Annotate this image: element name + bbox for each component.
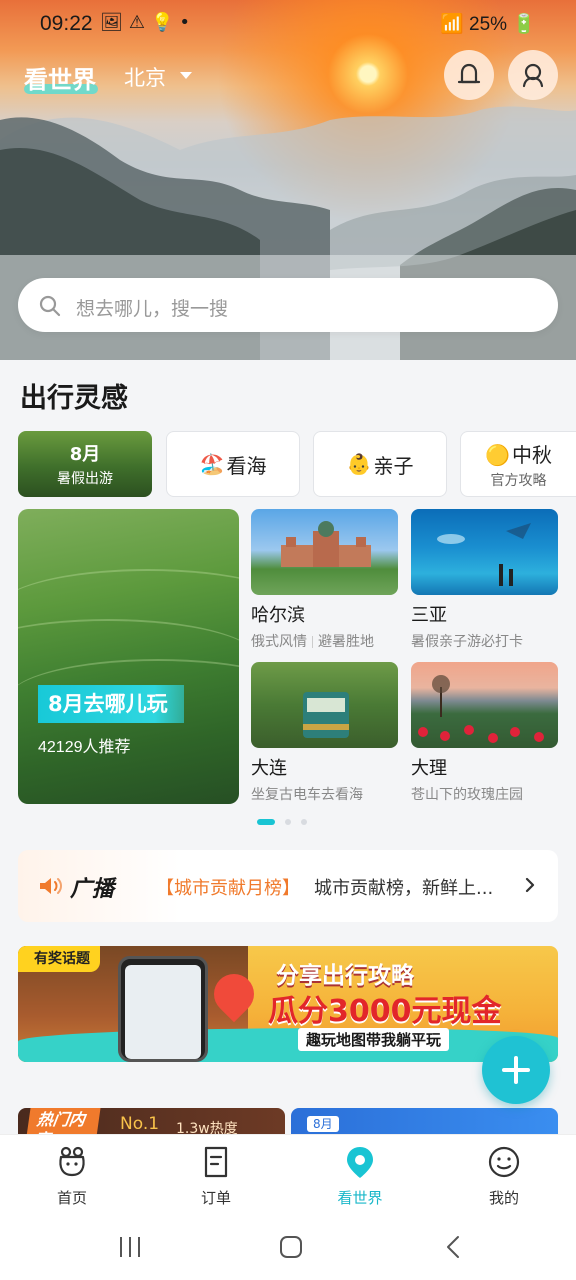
rose-garden-image	[411, 662, 558, 748]
battery-icon: 🔋	[512, 14, 536, 35]
broadcast-highlight: 【城市贡献月榜】	[156, 878, 300, 899]
system-navigation-bar	[0, 1216, 576, 1280]
tab-label: 首页	[56, 1189, 87, 1207]
profile-icon	[488, 1146, 520, 1178]
divider	[312, 636, 313, 648]
destination-name: 大理	[411, 758, 447, 779]
order-icon	[204, 1146, 228, 1178]
bottom-tab-bar: 首页 订单 看世界 我的	[0, 1134, 576, 1216]
destination-desc: 坐复古电车去看海	[251, 787, 363, 803]
tab-profile[interactable]: 我的	[432, 1135, 576, 1217]
desc-part: 俄式风情	[251, 634, 307, 650]
featured-tag: 8月去哪儿玩	[38, 685, 184, 723]
banner-tag: 有奖话题	[18, 946, 100, 972]
pager-dot-active	[257, 819, 275, 825]
chip-august[interactable]: 8月 暑假出游	[18, 431, 152, 497]
chip-subtitle: 官方攻略	[490, 472, 547, 489]
chip-title: 亲子	[373, 453, 414, 478]
destination-card-harbin[interactable]: 哈尔滨 俄式风情 避暑胜地	[251, 509, 398, 651]
speaker-icon	[40, 878, 62, 894]
broadcast-text: 城市贡献榜，新鲜上...	[314, 878, 494, 899]
section-title: 出行灵感	[20, 383, 128, 414]
destination-name: 三亚	[411, 605, 447, 626]
chip-subtitle: 暑假出游	[57, 471, 113, 487]
banner-headline: 分享出行攻略	[276, 963, 414, 989]
chip-mid-autumn[interactable]: 🟡 中秋 官方攻略	[460, 431, 576, 497]
chip-title: 看海	[226, 453, 267, 478]
chevron-down-icon[interactable]	[180, 72, 192, 79]
feed-rank: No.1	[120, 1114, 160, 1134]
roses-illustration	[418, 675, 544, 743]
destination-desc: 俄式风情 避暑胜地	[251, 631, 398, 651]
chip-title: 8月	[69, 444, 101, 465]
headset-icon	[522, 63, 544, 88]
moon-icon: 🟡	[485, 442, 510, 467]
desc-part: 避暑胜地	[318, 634, 374, 650]
promo-banner[interactable]: 有奖话题 分享出行攻略 瓜分3000元现金 趣玩地图带我躺平玩	[18, 946, 558, 1062]
phone-illustration	[118, 956, 208, 1062]
chevron-right-icon	[525, 877, 535, 893]
beach-icon: 🏖️	[199, 452, 225, 476]
destination-desc: 苍山下的玫瑰庄园	[411, 787, 523, 803]
status-right: 📶 25% 🔋	[440, 12, 536, 36]
tab-see-world[interactable]: 看世界	[288, 1135, 432, 1217]
banner-wave	[18, 1028, 558, 1062]
fish-illustration	[437, 523, 531, 586]
home-icon	[59, 1146, 85, 1177]
tram-illustration	[303, 692, 349, 738]
bell-icon	[457, 63, 481, 84]
tab-home[interactable]: 首页	[0, 1135, 144, 1217]
tab-label: 订单	[200, 1189, 231, 1207]
baby-icon: 👶	[346, 452, 372, 476]
pager-dot	[301, 819, 307, 825]
banner-cash-headline: 瓜分3000元现金	[268, 994, 502, 1029]
destination-name: 大连	[251, 758, 287, 779]
tab-label: 看世界	[337, 1189, 383, 1207]
notification-button[interactable]	[444, 50, 494, 100]
destination-card-sanya[interactable]: 三亚 暑假亲子游必打卡	[411, 509, 558, 651]
notification-icons: 🖼⚠💡•	[100, 12, 197, 33]
aquarium-image	[411, 509, 558, 595]
add-post-button[interactable]	[482, 1036, 550, 1104]
recent-apps-icon[interactable]	[118, 1234, 142, 1260]
chip-title: 中秋	[511, 442, 552, 467]
battery-level: 25%	[469, 14, 508, 35]
feed-tag: 8月	[307, 1116, 339, 1132]
customer-service-button[interactable]	[508, 50, 558, 100]
destination-name: 哈尔滨	[251, 605, 305, 626]
home-nav-icon[interactable]	[278, 1234, 304, 1260]
phone-screen	[125, 965, 201, 1059]
status-time: 09:22	[40, 12, 93, 35]
chip-family[interactable]: 👶 亲子	[313, 431, 447, 497]
destination-desc: 暑假亲子游必打卡	[411, 634, 523, 650]
harbin-image	[251, 509, 398, 595]
status-bar: 09:22 🖼⚠💡• 📶 25% 🔋	[0, 0, 576, 48]
featured-subtitle: 42129人推荐	[38, 739, 131, 756]
destination-card-dali[interactable]: 大理 苍山下的玫瑰庄园	[411, 662, 558, 804]
banner-tagline: 趣玩地图带我躺平玩	[298, 1028, 450, 1051]
location-pin-icon	[347, 1147, 373, 1178]
tram-image	[251, 662, 398, 748]
back-icon[interactable]	[444, 1234, 462, 1260]
carousel-pager	[257, 819, 307, 825]
search-icon	[39, 295, 61, 317]
pager-dot	[285, 819, 291, 825]
search-bar[interactable]: 想去哪儿，搜一搜	[18, 278, 558, 332]
city-selector[interactable]: 北京	[124, 62, 166, 92]
tab-orders[interactable]: 订单	[144, 1135, 288, 1217]
church-illustration	[281, 521, 371, 567]
plus-icon	[502, 1056, 530, 1084]
featured-card[interactable]: 8月去哪儿玩 42129人推荐	[18, 509, 239, 804]
broadcast-bar[interactable]: 广播 【城市贡献月榜】 城市贡献榜，新鲜上...	[18, 850, 558, 922]
wifi-icon: 📶	[440, 14, 464, 35]
broadcast-title: 广播	[70, 877, 115, 902]
tab-label: 我的	[488, 1189, 519, 1207]
brand-title: 看世界	[24, 66, 96, 94]
search-placeholder: 想去哪儿，搜一搜	[76, 298, 229, 320]
chip-sea[interactable]: 🏖️ 看海	[166, 431, 300, 497]
destination-card-dalian[interactable]: 大连 坐复古电车去看海	[251, 662, 398, 804]
